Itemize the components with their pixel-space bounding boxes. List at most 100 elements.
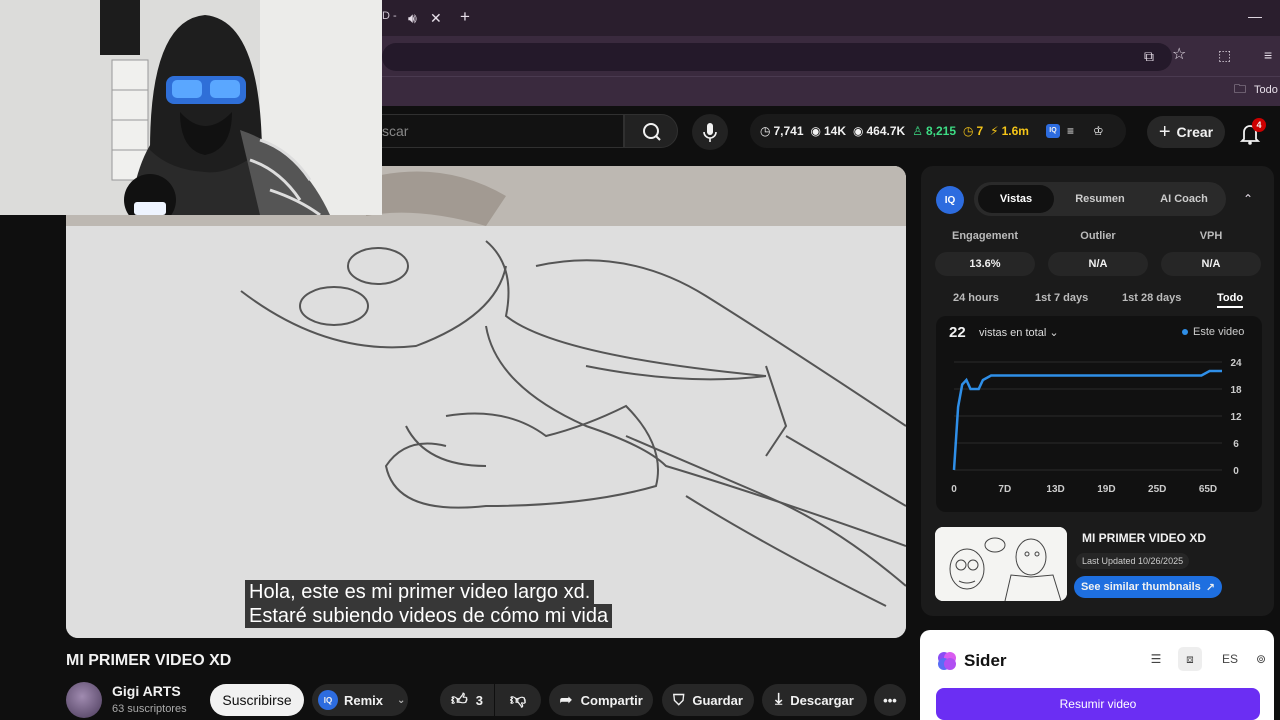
metric-label: VPH <box>1199 230 1223 242</box>
collapse-icon[interactable]: ⌃ <box>1243 191 1253 207</box>
search-icon <box>643 123 661 141</box>
metric-label: Engagement <box>951 230 1018 242</box>
metric-label: Outlier <box>1080 230 1116 242</box>
tab-title[interactable]: D - <box>382 10 397 22</box>
plus-icon: + <box>1158 120 1171 143</box>
language-button[interactable]: ES <box>1222 652 1238 666</box>
star-icon[interactable]: ☆ <box>1172 47 1186 63</box>
metric-value: 13.6% <box>935 252 1035 276</box>
subtitles-icon[interactable]: ⧈ <box>1178 647 1202 671</box>
y-tick-label: 6 <box>1233 439 1239 450</box>
y-tick-label: 18 <box>1230 385 1242 396</box>
video-title: MI PRIMER VIDEO XD <box>66 652 232 669</box>
webcam-overlay <box>0 0 382 215</box>
notification-badge: 4 <box>1252 118 1266 132</box>
stat-value: 7 <box>976 124 984 138</box>
speaker-icon[interactable]: 🔊︎ <box>408 10 417 26</box>
search-button[interactable] <box>624 114 678 148</box>
stat-item: ⚡︎ 1.6m <box>990 124 1029 138</box>
range-7d[interactable]: 1st 7 days <box>1035 292 1088 304</box>
download-icon: ⤓ <box>775 691 783 708</box>
caption-line: Hola, este es mi primer video largo xd. <box>245 580 595 604</box>
series-line-este-video <box>952 369 1222 471</box>
stat-value: 14K <box>824 124 847 138</box>
avatar[interactable] <box>66 682 102 718</box>
tab-vistas[interactable]: Vistas <box>978 185 1054 213</box>
views-line-chart: 24 18 12 6 0 0 7D 13D 19D 25D 65D <box>951 358 1242 495</box>
video-captions: Hola, este es mi primer video largo xd. … <box>245 580 613 628</box>
stat-item: ◷ 7 <box>963 124 983 138</box>
x-tick-label: 19D <box>1097 484 1115 495</box>
download-button[interactable]: ⤓ Descargar <box>762 684 867 716</box>
more-actions-button[interactable]: ••• <box>874 684 906 716</box>
settings-icon[interactable]: ⊚ <box>1256 652 1266 666</box>
metric-value: N/A <box>1161 252 1261 276</box>
trophy-icon[interactable]: ♔ <box>1093 124 1104 138</box>
external-link-icon: ↗ <box>1205 581 1216 594</box>
download-label: Descargar <box>790 692 854 708</box>
subscriber-count: 63 suscriptores <box>112 703 187 715</box>
create-label: Crear <box>1176 124 1214 140</box>
remix-button[interactable]: IQ Remix ⌄ <box>312 684 408 716</box>
subscribe-button[interactable]: Suscribirse <box>210 684 304 716</box>
like-count: 3 <box>475 692 483 708</box>
legend-dot <box>1182 329 1188 335</box>
sider-logo: Sider <box>936 650 1007 672</box>
see-similar-thumbnails-button[interactable]: See similar thumbnails ↗ <box>1074 576 1222 598</box>
sider-name: Sider <box>964 651 1007 670</box>
create-button[interactable]: + Crear <box>1147 116 1225 148</box>
bookmark-all[interactable]: Todo <box>1254 82 1278 98</box>
dislike-button[interactable]: 👎︎ <box>495 684 541 716</box>
new-tab-icon[interactable]: + <box>460 8 470 25</box>
save-label: Guardar <box>692 692 743 708</box>
voice-search-button[interactable] <box>692 114 728 150</box>
y-tick-label: 0 <box>1233 466 1239 477</box>
video-thumbnail[interactable] <box>935 527 1067 601</box>
list-icon[interactable]: ☰ <box>1144 647 1168 671</box>
stat-value: 8,215 <box>925 124 956 138</box>
range-24h[interactable]: 24 hours <box>953 292 999 304</box>
views-metric-select[interactable]: vistas en total ⌄ <box>979 326 1059 339</box>
menu-icon[interactable]: ≡ <box>1264 47 1272 63</box>
bookmark-icon: ⛉ <box>673 691 685 709</box>
close-tab-icon[interactable]: ✕ <box>430 10 442 26</box>
channel-name[interactable]: Gigi ARTS <box>112 683 181 699</box>
vidiq-logo: IQ <box>936 186 964 214</box>
tab-ai-coach[interactable]: AI Coach <box>1146 185 1222 213</box>
chart-legend: Este video <box>1182 326 1244 338</box>
install-app-icon[interactable]: ⧉ <box>1144 48 1154 64</box>
list-icon[interactable]: ≡ <box>1067 124 1074 138</box>
video-player[interactable] <box>66 166 906 638</box>
vidiq-icon[interactable]: IQ <box>1045 124 1060 138</box>
range-28d[interactable]: 1st 28 days <box>1122 292 1181 304</box>
brain-icon <box>938 652 956 670</box>
share-button[interactable]: ➦ Compartir <box>549 684 653 716</box>
summarize-video-button[interactable]: Resumir video <box>936 688 1260 720</box>
views-select-label: vistas en total <box>979 327 1047 339</box>
eye-icon: ◉ <box>853 124 864 138</box>
chevron-down-icon: ⌄ <box>1049 327 1059 339</box>
similar-label: See similar thumbnails <box>1080 581 1201 593</box>
folder-icon[interactable]: 🗀 <box>1234 81 1246 97</box>
chevron-down-icon[interactable]: ⌄ <box>397 695 405 706</box>
views-total: 22 <box>949 324 966 341</box>
clock-icon: ◷ <box>963 124 974 138</box>
range-all[interactable]: Todo <box>1217 292 1244 308</box>
stat-item: ◉ 14K <box>811 124 847 138</box>
thumbs-up-icon: 👍︎ <box>451 691 468 709</box>
metric-value: N/A <box>1048 252 1148 276</box>
webcam-image <box>0 0 382 215</box>
eye-icon: ◉ <box>810 124 821 138</box>
stat-item: ♙ 8,215 <box>912 124 956 138</box>
url-field[interactable] <box>382 43 1172 71</box>
stat-value: 7,741 <box>773 124 804 138</box>
like-button[interactable]: 👍︎ 3 <box>440 684 494 716</box>
minimize-icon[interactable]: — <box>1248 8 1262 24</box>
thumbnail-image <box>935 527 1067 601</box>
search-input[interactable]: scar <box>382 114 624 148</box>
extensions-icon[interactable]: ⬚ <box>1218 47 1231 63</box>
stat-item: ◉ 464.7K <box>853 124 905 138</box>
x-tick-label: 0 <box>951 484 957 495</box>
tab-resumen[interactable]: Resumen <box>1060 185 1140 213</box>
save-button[interactable]: ⛉ Guardar <box>662 684 754 716</box>
